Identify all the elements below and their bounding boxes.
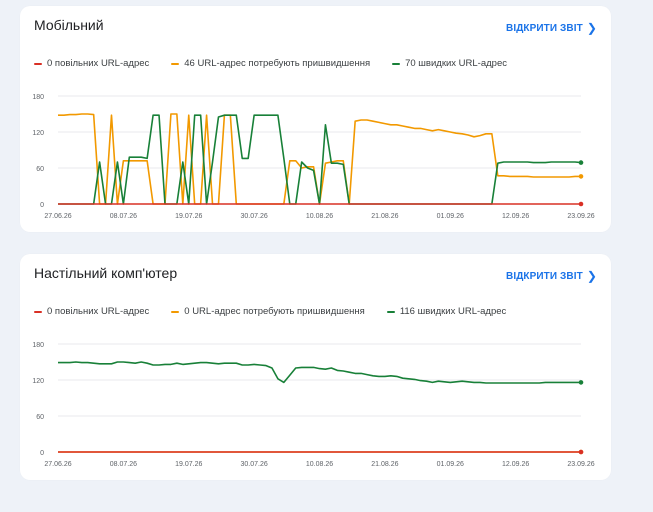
series-end-point bbox=[578, 449, 584, 455]
y-tick-label: 180 bbox=[32, 94, 44, 101]
x-tick-label: 19.07.26 bbox=[175, 461, 202, 468]
legend-item-fast: 116 швидких URL-адрес bbox=[386, 306, 507, 317]
legend-item-slow: 0 повільних URL-адрес bbox=[34, 58, 149, 69]
chart-legend: 0 повільних URL-адрес 0 URL-адрес потреб… bbox=[34, 306, 528, 317]
y-tick-label: 0 bbox=[40, 202, 44, 209]
open-report-label[interactable]: ВІДКРИТИ ЗВІТ bbox=[506, 271, 583, 282]
y-tick-label: 120 bbox=[32, 378, 44, 385]
legend-item-slow: 0 повільних URL-адрес bbox=[34, 306, 149, 317]
legend-label-slow: 0 повільних URL-адрес bbox=[47, 306, 150, 317]
x-tick-label: 23.09.26 bbox=[567, 461, 594, 468]
series-line bbox=[58, 113, 581, 205]
open-report-link[interactable]: ВІДКРИТИ ЗВІТ ❯ bbox=[506, 269, 597, 283]
open-report-label[interactable]: ВІДКРИТИ ЗВІТ bbox=[506, 23, 583, 34]
x-tick-label: 01.09.26 bbox=[437, 213, 464, 220]
legend-swatch-fast bbox=[386, 310, 395, 313]
x-tick-label: 12.09.26 bbox=[502, 461, 529, 468]
legend-label-fast: 116 швидких URL-адрес bbox=[399, 306, 507, 317]
y-tick-label: 180 bbox=[32, 342, 44, 349]
series-end-point bbox=[578, 160, 584, 165]
chevron-right-icon[interactable]: ❯ bbox=[587, 269, 597, 283]
y-tick-label: 120 bbox=[32, 130, 44, 137]
x-tick-label: 01.09.26 bbox=[437, 461, 464, 468]
legend-swatch-slow bbox=[34, 310, 42, 313]
legend-item-needs: 0 URL-адрес потребують пришвидшення bbox=[171, 306, 365, 317]
x-tick-label: 27.06.26 bbox=[44, 213, 71, 220]
x-tick-label: 08.07.26 bbox=[110, 213, 137, 220]
legend-swatch-needs bbox=[171, 62, 180, 65]
y-tick-label: 0 bbox=[40, 450, 44, 457]
series-line bbox=[58, 114, 582, 205]
x-tick-label: 12.09.26 bbox=[502, 213, 529, 220]
series-end-point bbox=[578, 380, 584, 385]
x-tick-label: 30.07.26 bbox=[241, 461, 268, 468]
legend-label-needs: 0 URL-адрес потребують пришвидшення bbox=[184, 306, 365, 317]
desktop-chart: 0 60 120 180 27.06.26 08.07.26 19.07.26 30.07.2… bbox=[32, 342, 594, 468]
chevron-right-icon[interactable]: ❯ bbox=[587, 21, 597, 35]
x-tick-label: 10.08.26 bbox=[306, 213, 333, 220]
card-title: Настільний комп'ютер bbox=[34, 265, 178, 281]
y-tick-label: 60 bbox=[36, 166, 44, 173]
open-report-link[interactable]: ВІДКРИТИ ЗВІТ ❯ bbox=[506, 21, 597, 35]
series-end-point bbox=[578, 201, 584, 207]
x-tick-label: 27.06.26 bbox=[44, 461, 71, 468]
x-tick-label: 19.07.26 bbox=[175, 213, 202, 220]
legend-item-fast: 70 швидких URL-адрес bbox=[392, 58, 507, 69]
desktop-card: Настільний комп'ютер ВІДКРИТИ ЗВІТ ❯ 0 п… bbox=[20, 254, 611, 480]
series-end-point bbox=[578, 174, 584, 179]
chart-legend: 0 повільних URL-адрес 46 URL-адрес потре… bbox=[34, 58, 529, 69]
legend-label-fast: 70 швидких URL-адрес bbox=[405, 58, 507, 69]
mobile-card: Мобільний ВІДКРИТИ ЗВІТ ❯ 0 повільних UR… bbox=[20, 6, 611, 232]
x-tick-label: 10.08.26 bbox=[306, 461, 333, 468]
x-tick-label: 30.07.26 bbox=[241, 213, 268, 220]
legend-swatch-needs bbox=[171, 310, 180, 313]
x-tick-label: 21.08.26 bbox=[371, 213, 398, 220]
x-tick-label: 08.07.26 bbox=[110, 461, 137, 468]
mobile-chart: 0 60 120 180 27.06.26 08.07.26 19.07.26 30.07.2… bbox=[32, 94, 594, 220]
y-tick-label: 60 bbox=[36, 414, 44, 421]
x-tick-label: 23.09.26 bbox=[567, 213, 594, 220]
legend-swatch-fast bbox=[392, 62, 401, 65]
x-tick-label: 21.08.26 bbox=[371, 461, 398, 468]
card-title: Мобільний bbox=[34, 17, 104, 33]
legend-item-needs: 46 URL-адрес потребують пришвидшення bbox=[171, 58, 370, 69]
legend-label-slow: 0 повільних URL-адрес bbox=[47, 58, 150, 69]
legend-label-needs: 46 URL-адрес потребують пришвидшення bbox=[184, 58, 371, 69]
legend-swatch-slow bbox=[34, 62, 42, 65]
